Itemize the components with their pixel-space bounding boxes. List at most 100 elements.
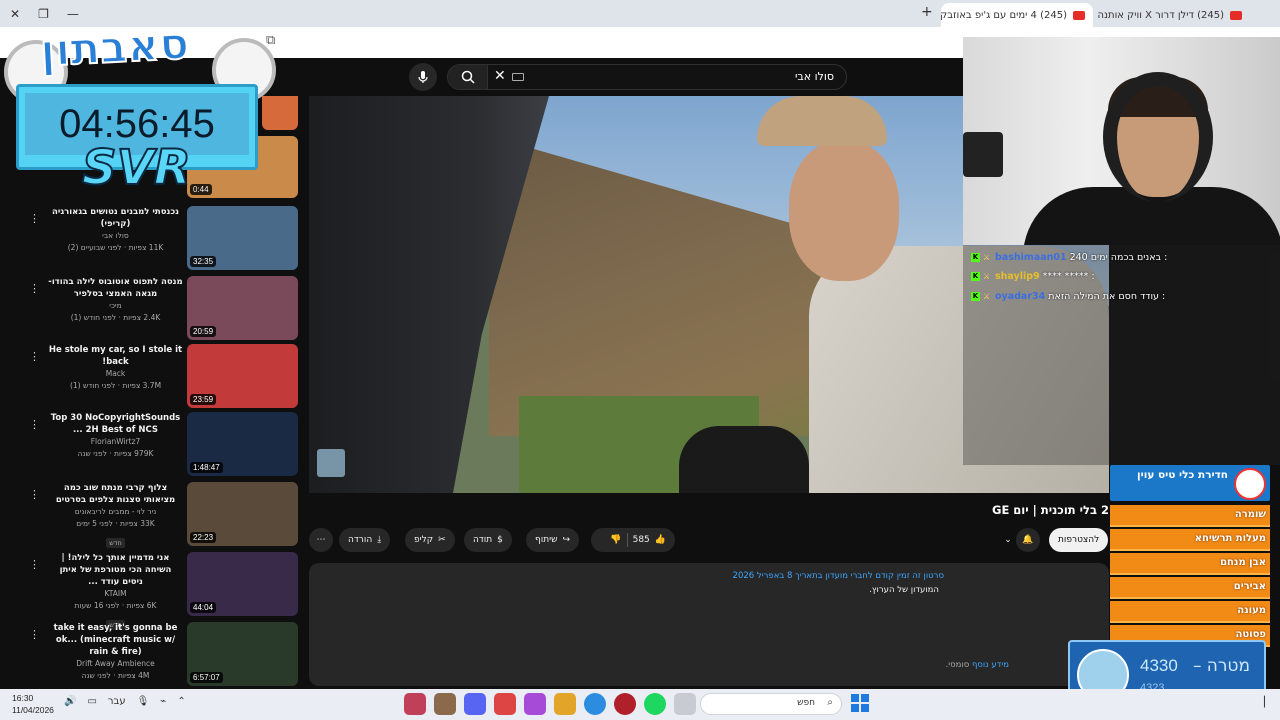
new-tab-button[interactable]: + [921, 4, 933, 20]
search-input[interactable]: סולו אבי [795, 70, 834, 83]
thanks-button[interactable]: $ תודה [464, 528, 512, 552]
more-options-icon[interactable]: ⋮ [29, 558, 40, 571]
chat-username: shaylip9 [995, 270, 1040, 282]
app-icon[interactable] [554, 693, 576, 715]
chat-text: : באנים בכמה ימים 240 [1069, 251, 1168, 263]
more-options-icon[interactable]: ⋮ [29, 418, 40, 431]
clip-button[interactable]: ✂ קליפ [405, 528, 455, 552]
app-icon[interactable] [434, 693, 456, 715]
channel-name[interactable]: מיכי [48, 300, 183, 312]
chat-username: oyadar34 [995, 290, 1046, 302]
video-info[interactable]: אני מדמיין אותך כל לילה! | השיחה הכי מטו… [48, 552, 183, 631]
download-button[interactable]: ⤓ הורדה [339, 528, 391, 552]
list-item[interactable]: 22:23 צלוף קרבי מנתח שוב כמה מציאותי סצנ… [29, 482, 300, 549]
join-button[interactable]: להצטרפות [1049, 528, 1109, 552]
video-info[interactable]: take it easy, it's gonna be ok... (minec… [48, 622, 183, 682]
video-title[interactable]: He stole my car, so I stole it back! [48, 344, 183, 368]
voice-search-button[interactable] [409, 63, 437, 91]
sword-badge-icon: ⚔ [983, 291, 991, 301]
app-icon[interactable] [524, 693, 546, 715]
channel-name[interactable]: Mack [48, 368, 183, 380]
list-item[interactable]: 32:35 נכנסתי למבנים נטושים בגאורגיה (קרי… [29, 206, 300, 272]
more-actions-icon[interactable]: ⋯ [309, 528, 333, 552]
chevron-up-icon[interactable]: ⌃ [177, 696, 185, 707]
app-icon[interactable] [404, 693, 426, 715]
video-frame-cap [757, 96, 887, 146]
tab-active[interactable]: (245) 4 ימים עם ג'יפ באוזבקיה ב ✕ [941, 3, 1093, 27]
chevron-down-icon[interactable]: ⌄ [996, 528, 1020, 552]
share-button[interactable]: ↪ שיתוף [526, 528, 580, 552]
language-indicator[interactable]: עבר [108, 696, 126, 707]
channel-name[interactable]: Drift Away Ambience [48, 658, 183, 670]
video-thumbnail[interactable]: 23:59 [187, 344, 298, 408]
youtube-favicon-icon [1073, 10, 1085, 20]
taskbar-search[interactable]: ⌕ חפש [700, 693, 842, 715]
description-box[interactable]: סרטון זה זמין קודם לחברי מועדון בתאריך 8… [309, 563, 1109, 686]
video-title[interactable]: אני מדמיין אותך כל לילה! | השיחה הכי מטו… [48, 552, 183, 588]
list-item[interactable]: 1:48:47 Top 30 NoCopyrightSounds 2H Best… [29, 412, 300, 478]
microphone-tray-icon[interactable]: 🎙 [137, 696, 150, 707]
keyboard-icon[interactable] [512, 73, 524, 81]
file-explorer-icon[interactable] [674, 693, 696, 715]
discord-icon[interactable] [464, 693, 486, 715]
list-item[interactable]: 44:04 אני מדמיין אותך כל לילה! | השיחה ה… [29, 552, 300, 630]
channel-name[interactable]: FlorianWirtz7 [48, 436, 183, 448]
chrome-icon[interactable] [584, 693, 606, 715]
video-thumbnail[interactable]: 44:04 [187, 552, 298, 616]
channel-name[interactable]: סולו אבי [48, 230, 183, 242]
description-footer: מידע נוסף סומסי. [946, 660, 1009, 670]
volume-icon[interactable]: 🔊 [64, 696, 76, 707]
list-item[interactable]: 6:57:07 take it easy, it's gonna be ok..… [29, 622, 300, 688]
app-icon[interactable] [494, 693, 516, 715]
alert-row: אבירים [1110, 577, 1270, 599]
video-title[interactable]: מנסה לתפוס אוטובוס לילה בהודו- מגאה האמצ… [48, 276, 183, 300]
download-icon: ⤓ [377, 535, 382, 545]
like-dislike-group[interactable]: 👍 585 👎 [591, 528, 675, 552]
windows-start-icon[interactable] [851, 694, 869, 712]
list-item[interactable]: 20:59 מנסה לתפוס אוטובוס לילה בהודו- מגא… [29, 276, 300, 342]
more-options-icon[interactable]: ⋮ [29, 350, 40, 363]
more-info-link[interactable]: מידע נוסף [972, 660, 1009, 670]
channel-name[interactable]: ניר לוי - ממבים לריבאונים [48, 506, 183, 518]
channel-watermark[interactable] [317, 449, 345, 477]
spotify-icon[interactable] [644, 693, 666, 715]
dislike-button[interactable]: 👎 [610, 535, 621, 545]
more-options-icon[interactable]: ⋮ [29, 628, 40, 641]
app-icon[interactable] [614, 693, 636, 715]
video-info[interactable]: נכנסתי למבנים נטושים בגאורגיה (קריפי) סו… [48, 206, 183, 254]
video-info[interactable]: He stole my car, so I stole it back! Mac… [48, 344, 183, 392]
clear-search-icon[interactable]: ✕ [494, 68, 506, 84]
video-info[interactable]: מנסה לתפוס אוטובוס לילה בהודו- מגאה האמצ… [48, 276, 183, 324]
search-box[interactable]: סולו אבי ✕ [447, 64, 847, 90]
duration-badge: 20:59 [190, 326, 217, 337]
like-button[interactable]: 👍 [655, 535, 666, 545]
video-title[interactable]: Top 30 NoCopyrightSounds 2H Best of NCS … [48, 412, 183, 436]
video-title[interactable]: צלוף קרבי מנתח שוב כמה מציאותי סצנות צלפ… [48, 482, 183, 506]
video-info[interactable]: צלוף קרבי מנתח שוב כמה מציאותי סצנות צלפ… [48, 482, 183, 549]
video-thumbnail[interactable]: 1:48:47 [187, 412, 298, 476]
video-info[interactable]: Top 30 NoCopyrightSounds 2H Best of NCS … [48, 412, 183, 460]
search-button[interactable] [448, 65, 488, 89]
video-title[interactable]: take it easy, it's gonna be ok... (minec… [48, 622, 183, 658]
list-item[interactable]: 23:59 He stole my car, so I stole it bac… [29, 344, 300, 410]
show-desktop-icon[interactable]: ▏ [1264, 697, 1272, 708]
video-title[interactable]: נכנסתי למבנים נטושים בגאורגיה (קריפי) [48, 206, 183, 230]
display-icon[interactable]: ▭ [87, 696, 96, 707]
video-thumbnail[interactable]: 22:23 [187, 482, 298, 546]
duration-badge: 44:04 [190, 602, 217, 613]
channel-name[interactable]: KTAIM [48, 588, 183, 600]
taskbar-clock[interactable]: 16:30 11/04/2026 [12, 692, 54, 716]
more-options-icon[interactable]: ⋮ [29, 282, 40, 295]
duration-badge: 23:59 [190, 394, 217, 405]
video-thumbnail[interactable]: 6:57:07 [187, 622, 298, 686]
more-options-icon[interactable]: ⋮ [29, 488, 40, 501]
kick-badge-icon: K [971, 291, 980, 301]
clock-date: 11/04/2026 [12, 705, 54, 715]
more-options-icon[interactable]: ⋮ [29, 212, 40, 225]
video-thumbnail[interactable]: 20:59 [187, 276, 298, 340]
alert-logo-icon [1234, 468, 1266, 500]
tab-inactive[interactable]: (245) דילן דרור X וויק אותנה - יו ✕ [1098, 3, 1250, 27]
taskbar-search-label: חפש [797, 698, 815, 708]
video-thumbnail[interactable]: 32:35 [187, 206, 298, 270]
network-icon[interactable]: ⌁ [160, 696, 166, 707]
